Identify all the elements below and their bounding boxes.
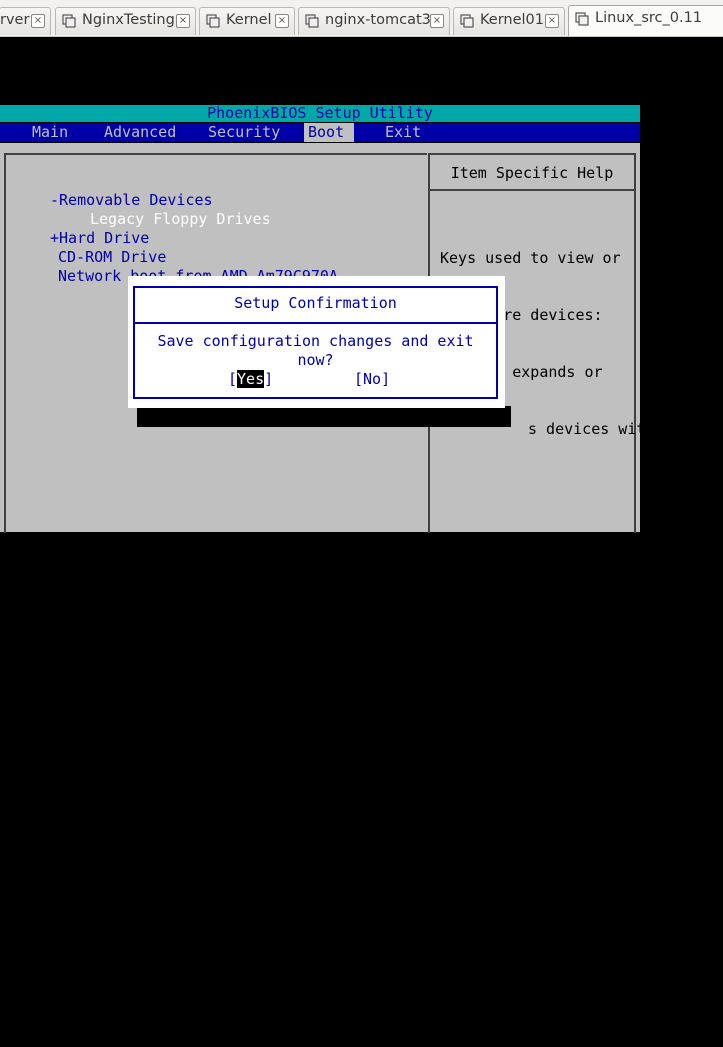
vm-console[interactable]: PhoenixBIOS Setup Utility Main Advanced …	[0, 37, 723, 1008]
bracket-close: ]	[264, 370, 274, 388]
dialog-message: Save configuration changes and exit now?	[157, 332, 474, 369]
tab-label: nginx-tomcat3	[325, 12, 431, 28]
yes-button[interactable]: [Yes]	[228, 370, 273, 389]
help-line: ter> expands	[504, 534, 613, 552]
close-icon[interactable]: ×	[275, 14, 289, 28]
menu-advanced[interactable]: Advanced	[100, 123, 180, 142]
tab-rver[interactable]: rver ×	[0, 7, 51, 35]
help-line: Keys used to view or	[440, 249, 621, 267]
boot-item-cdrom[interactable]: CD-ROM Drive	[58, 248, 166, 267]
help-line: that is not installed.	[440, 990, 639, 1008]
close-icon[interactable]: ×	[430, 14, 444, 28]
menu-main[interactable]: Main	[28, 123, 72, 142]
tab-label: NginxTesting	[82, 12, 175, 28]
bracket-close: ]	[381, 370, 391, 388]
bios-menu-bar: Main Advanced Security Boot Exit	[0, 123, 640, 142]
tab-linux-src-0-11[interactable]: Linux_src_0.11	[568, 5, 723, 36]
vm-tab-bar: rver × NginxTesting × Kernel × nginx-tom…	[0, 0, 723, 37]
tab-kernel01[interactable]: Kernel01 ×	[453, 7, 565, 35]
help-line: Disk or Removable Disk	[440, 876, 639, 894]
boot-item-hard-drive[interactable]: +Hard Drive	[50, 229, 149, 248]
dialog-divider	[135, 322, 496, 324]
no-button[interactable]: [No]	[354, 370, 390, 389]
vm-icon	[206, 14, 220, 28]
no-label: No	[363, 370, 382, 388]
tab-label: Kernel	[226, 12, 272, 28]
bracket-open: [	[228, 370, 238, 388]
close-icon[interactable]: ×	[545, 14, 559, 28]
yes-label: Yes	[237, 370, 265, 388]
help-line	[440, 477, 636, 496]
vm-icon	[575, 12, 589, 26]
tab-label: Kernel01	[480, 12, 545, 28]
vm-icon	[305, 14, 319, 28]
tab-kernel[interactable]: Kernel ×	[199, 7, 295, 35]
setup-confirmation-dialog: Setup Confirmation Save configuration ch…	[128, 276, 505, 408]
help-line: ove removable	[504, 762, 622, 780]
boot-item-removable-devices[interactable]: -Removable Devices	[50, 191, 213, 210]
vm-icon	[460, 14, 474, 28]
help-line	[440, 591, 636, 610]
tab-label: Linux_src_0.11	[595, 10, 703, 26]
bracket-open: [	[354, 370, 364, 388]
help-line: <d> Remove a device	[440, 933, 612, 951]
menu-security[interactable]: Security	[204, 123, 284, 142]
help-line: p or down.	[504, 705, 595, 723]
help-line: <-> moves the	[504, 648, 622, 666]
help-title: Item Specific Help	[430, 155, 634, 191]
tab-label: rver	[0, 12, 30, 28]
dialog-frame: Setup Confirmation Save configuration ch…	[133, 286, 498, 399]
boot-item-legacy-floppy[interactable]: Legacy Floppy Drives	[90, 210, 271, 229]
close-icon[interactable]: ×	[31, 14, 45, 28]
menu-boot[interactable]: Boot	[304, 123, 354, 142]
tab-nginx-tomcat3[interactable]: nginx-tomcat3 ×	[298, 7, 450, 35]
menu-exit[interactable]: Exit	[381, 123, 425, 142]
tab-nginxtesting[interactable]: NginxTesting ×	[55, 7, 196, 35]
bios-title: PhoenixBIOS Setup Utility	[0, 105, 640, 122]
dialog-shadow	[137, 406, 511, 427]
help-line: device between Hard	[440, 819, 612, 837]
close-icon[interactable]: ×	[176, 14, 190, 28]
dialog-title: Setup Confirmation	[234, 294, 397, 312]
vm-icon	[62, 14, 76, 28]
